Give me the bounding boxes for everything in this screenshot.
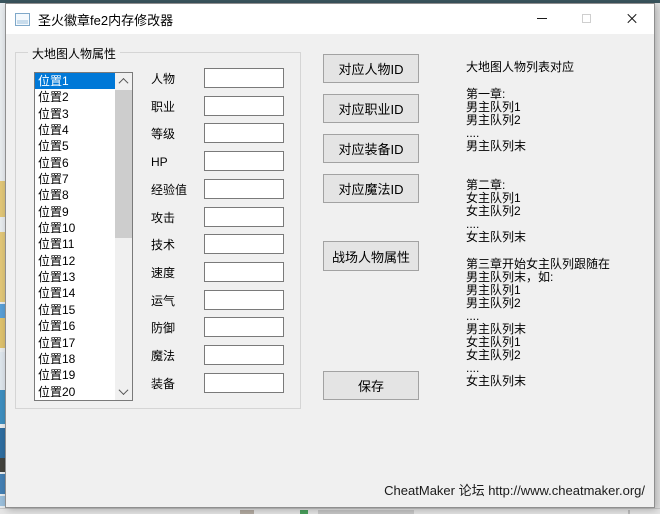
taskbar-icon-sliver bbox=[300, 510, 308, 514]
field-input[interactable] bbox=[204, 345, 284, 365]
list-item[interactable]: 位置1 bbox=[35, 73, 115, 89]
battle-attrs-button[interactable]: 战场人物属性 bbox=[323, 241, 419, 271]
field-input[interactable] bbox=[204, 179, 284, 199]
field-input[interactable] bbox=[204, 317, 284, 337]
field-input[interactable] bbox=[204, 68, 284, 88]
field-label: 经验值 bbox=[151, 179, 187, 201]
close-button[interactable] bbox=[609, 4, 654, 33]
taskbar[interactable] bbox=[0, 508, 660, 514]
info-line: 女主队列2 bbox=[466, 349, 610, 362]
field-label: 魔法 bbox=[151, 345, 175, 367]
window-title: 圣火徽章fe2内存修改器 bbox=[38, 10, 173, 29]
list-item[interactable]: 位置9 bbox=[35, 204, 115, 220]
maximize-button-disabled bbox=[564, 4, 609, 33]
field-label: 速度 bbox=[151, 262, 175, 284]
id-buttons: 对应人物ID 对应职业ID 对应装备ID 对应魔法ID bbox=[323, 4, 419, 214]
info-line: 女主队列末 bbox=[466, 375, 610, 388]
close-icon bbox=[626, 13, 638, 25]
taskbar-divider bbox=[628, 510, 630, 514]
list-item[interactable]: 位置8 bbox=[35, 187, 115, 203]
field-row: 魔法 bbox=[151, 345, 291, 367]
info-heading: 大地图人物列表对应 bbox=[466, 58, 574, 75]
list-item[interactable]: 位置12 bbox=[35, 253, 115, 269]
field-row: 职业 bbox=[151, 96, 291, 118]
field-input[interactable] bbox=[204, 262, 284, 282]
scrollbar-thumb[interactable] bbox=[115, 90, 132, 238]
field-label: 技术 bbox=[151, 234, 175, 256]
field-label: HP bbox=[151, 151, 168, 173]
field-row: 技术 bbox=[151, 234, 291, 256]
list-item[interactable]: 位置19 bbox=[35, 367, 115, 383]
position-list: 位置1位置2位置3位置4位置5位置6位置7位置8位置9位置10位置11位置12位… bbox=[35, 73, 115, 400]
app-window: 圣火徽章fe2内存修改器 大地图人物属性 位置1位置2位置3位置4位置5位置6位… bbox=[5, 3, 655, 508]
scroll-down-button[interactable] bbox=[115, 383, 132, 400]
field-row: 装备 bbox=[151, 373, 291, 395]
field-input[interactable] bbox=[204, 207, 284, 227]
listbox-scrollbar[interactable] bbox=[115, 73, 132, 400]
field-row: HP bbox=[151, 151, 291, 173]
field-input[interactable] bbox=[204, 290, 284, 310]
id-button[interactable]: 对应人物ID bbox=[323, 54, 419, 83]
list-item[interactable]: 位置3 bbox=[35, 106, 115, 122]
list-item[interactable]: 位置14 bbox=[35, 285, 115, 301]
list-item[interactable]: 位置17 bbox=[35, 335, 115, 351]
field-input[interactable] bbox=[204, 123, 284, 143]
field-input[interactable] bbox=[204, 373, 284, 393]
save-button[interactable]: 保存 bbox=[323, 371, 419, 400]
field-row: 攻击 bbox=[151, 207, 291, 229]
list-item[interactable]: 位置13 bbox=[35, 269, 115, 285]
list-item[interactable]: 位置5 bbox=[35, 138, 115, 154]
list-item[interactable]: 位置10 bbox=[35, 220, 115, 236]
groupbox-label: 大地图人物属性 bbox=[28, 45, 120, 62]
id-button[interactable]: 对应魔法ID bbox=[323, 174, 419, 203]
list-item[interactable]: 位置6 bbox=[35, 155, 115, 171]
field-row: 运气 bbox=[151, 290, 291, 312]
field-row: 人物 bbox=[151, 68, 291, 90]
field-row: 速度 bbox=[151, 262, 291, 284]
info-line: 男主队列末 bbox=[466, 140, 526, 153]
list-item[interactable]: 位置15 bbox=[35, 302, 115, 318]
field-label: 装备 bbox=[151, 373, 175, 395]
field-input[interactable] bbox=[204, 234, 284, 254]
list-item[interactable]: 位置18 bbox=[35, 351, 115, 367]
field-input[interactable] bbox=[204, 96, 284, 116]
info-section: 第一章:男主队列1男主队列2....男主队列末 bbox=[466, 88, 526, 153]
info-line: 女主队列末 bbox=[466, 231, 526, 244]
id-button[interactable]: 对应装备ID bbox=[323, 134, 419, 163]
info-line: 男主队列2 bbox=[466, 297, 610, 310]
taskbar-icon-sliver bbox=[318, 510, 414, 514]
field-label: 职业 bbox=[151, 96, 175, 118]
chevron-down-icon bbox=[119, 385, 129, 395]
window-icon[interactable] bbox=[15, 13, 30, 26]
list-item[interactable]: 位置20 bbox=[35, 384, 115, 400]
field-input[interactable] bbox=[204, 151, 284, 171]
info-section: 第二章:女主队列1女主队列2....女主队列末 bbox=[466, 179, 526, 244]
scroll-up-button[interactable] bbox=[115, 73, 132, 90]
minimize-icon bbox=[537, 18, 547, 19]
list-item[interactable]: 位置16 bbox=[35, 318, 115, 334]
list-item[interactable]: 位置2 bbox=[35, 89, 115, 105]
maximize-icon bbox=[582, 14, 591, 23]
id-button[interactable]: 对应职业ID bbox=[323, 94, 419, 123]
credit-text: CheatMaker 论坛 http://www.cheatmaker.org/ bbox=[384, 480, 645, 499]
info-section: 第三章开始女主队列跟随在男主队列末，如:男主队列1男主队列2....男主队列末女… bbox=[466, 258, 610, 388]
list-item[interactable]: 位置7 bbox=[35, 171, 115, 187]
taskbar-icon-sliver bbox=[240, 510, 254, 514]
field-row: 防御 bbox=[151, 317, 291, 339]
field-label: 运气 bbox=[151, 290, 175, 312]
chevron-up-icon bbox=[119, 78, 129, 88]
list-item[interactable]: 位置11 bbox=[35, 236, 115, 252]
position-listbox: 位置1位置2位置3位置4位置5位置6位置7位置8位置9位置10位置11位置12位… bbox=[34, 72, 133, 401]
minimize-button[interactable] bbox=[519, 4, 564, 33]
field-label: 防御 bbox=[151, 317, 175, 339]
field-label: 等级 bbox=[151, 123, 175, 145]
field-label: 人物 bbox=[151, 68, 175, 90]
desktop: 圣火徽章fe2内存修改器 大地图人物属性 位置1位置2位置3位置4位置5位置6位… bbox=[0, 0, 660, 514]
list-item[interactable]: 位置4 bbox=[35, 122, 115, 138]
field-row: 经验值 bbox=[151, 179, 291, 201]
field-row: 等级 bbox=[151, 123, 291, 145]
field-label: 攻击 bbox=[151, 207, 175, 229]
desktop-edge bbox=[655, 3, 660, 508]
